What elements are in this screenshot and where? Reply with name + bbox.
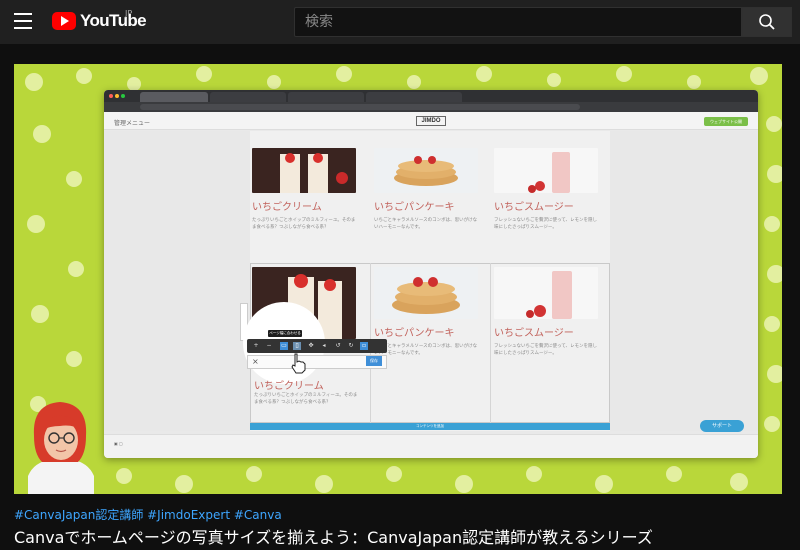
smoothie-photo: [494, 148, 598, 193]
zoom-in-icon[interactable]: +: [252, 342, 260, 350]
browser-tab: [140, 92, 208, 102]
video-player[interactable]: 管理メニュー JIMDO ウェブサイト公開 いちごクリーム たっぷりいちごとホイ…: [14, 64, 782, 494]
fit-height-icon[interactable]: ▯: [293, 342, 301, 350]
card-description: いちごとキャラメルソースのコンボは、思いがけないハーモニーなんです。: [374, 344, 478, 356]
admin-menu-label: 管理メニュー: [114, 120, 151, 127]
close-icon[interactable]: ×: [252, 357, 259, 366]
presenter-avatar: [28, 402, 94, 494]
card-title: いちごクリーム: [254, 381, 324, 392]
search-icon: [759, 14, 775, 30]
undo-icon[interactable]: ↺: [334, 342, 342, 350]
zoom-out-icon[interactable]: −: [265, 342, 273, 350]
card-description: いちごとキャラメルソースのコンボは、思いがけないハーモニーなんです。: [374, 218, 478, 230]
country-code: JP: [125, 9, 133, 18]
browser-tab: [366, 92, 462, 102]
fit-width-icon[interactable]: ▭: [280, 342, 288, 350]
youtube-play-logo: [52, 12, 76, 30]
card-description: フレッシュないちごを贅沢に使って、レモンを隠し味にしたさっぱりスムージー。: [494, 218, 598, 230]
product-card: いちごスムージー フレッシュないちごを贅沢に使って、レモンを隠し味にしたさっぱり…: [494, 148, 598, 231]
add-content-bar: コンテンツを追加: [250, 423, 610, 430]
strawberry-cream-photo: [252, 148, 356, 193]
video-title: Canvaでホームページの写真サイズを揃えよう：CanvaJapan認定講師が教…: [14, 528, 653, 547]
embedded-browser-window: 管理メニュー JIMDO ウェブサイト公開 いちごクリーム たっぷりいちごとホイ…: [104, 90, 758, 458]
save-button[interactable]: 保存: [366, 356, 382, 366]
move-icon[interactable]: ✥: [307, 342, 315, 350]
card-title: いちごクリーム: [252, 202, 322, 213]
browser-url-bar: [104, 102, 758, 112]
pancake-photo: [374, 267, 478, 319]
card-description: たっぷりいちごとホイップのミルフィーユ。そのまま食べる系？つぶしながら食べる系？: [254, 393, 358, 405]
product-card: いちごクリーム たっぷりいちごとホイップのミルフィーユ。そのまま食べる系？つぶし…: [252, 148, 356, 231]
top-header: YouTube JP: [0, 0, 800, 44]
column-divider: [490, 263, 491, 423]
logo-text: YouTube: [80, 11, 147, 30]
card-title: いちごパンケーキ: [374, 328, 455, 339]
publish-button: ウェブサイト公開: [704, 117, 748, 126]
minimize-dot: [115, 94, 119, 98]
image-edit-toolbar: + − ▭ ▯ ✥ ◂ ↺ ↻ ▫: [247, 339, 387, 353]
card-description: フレッシュないちごを贅沢に使って、レモンを隠し味にしたさっぱりスムージー。: [494, 344, 598, 356]
browser-tab: [210, 92, 286, 102]
browser-tab-bar: [104, 90, 758, 102]
hand-cursor-icon: [291, 353, 306, 374]
pancake-photo: [374, 148, 478, 193]
video-hashtags[interactable]: #CanvaJapan認定講師 #JimdoExpert #Canva: [14, 506, 282, 523]
product-card: いちごパンケーキ いちごとキャラメルソースのコンボは、思いがけないハーモニーなん…: [374, 148, 478, 231]
crop-icon[interactable]: ▫: [360, 342, 368, 350]
product-card: いちごスムージー フレッシュないちごを贅沢に使って、レモンを隠し味にしたさっぱり…: [494, 267, 598, 357]
smoothie-photo: [494, 267, 598, 319]
search-button[interactable]: [742, 7, 792, 37]
browser-download-bar: ▣ ▢: [104, 434, 758, 458]
support-button: サポート: [700, 420, 744, 432]
redo-icon[interactable]: ↻: [347, 342, 355, 350]
card-description: たっぷりいちごとホイップのミルフィーユ。そのまま食べる系？つぶしながら食べる系？: [252, 218, 356, 230]
card-title: いちごスムージー: [494, 328, 574, 339]
jimdo-app-bar: 管理メニュー JIMDO ウェブサイト公開: [104, 112, 758, 130]
search-input[interactable]: [294, 7, 742, 37]
hamburger-icon[interactable]: [14, 13, 32, 29]
jimdo-page-canvas: いちごクリーム たっぷりいちごとホイップのミルフィーユ。そのまま食べる系？つぶし…: [104, 131, 758, 431]
card-title: いちごパンケーキ: [374, 202, 455, 213]
maximize-dot: [121, 94, 125, 98]
url-field: [140, 104, 580, 110]
toolbar-tooltip: ページ幅に合わせる: [268, 330, 302, 337]
jimdo-logo: JIMDO: [416, 116, 446, 126]
product-card: いちごパンケーキ いちごとキャラメルソースのコンボは、思いがけないハーモニーなん…: [374, 267, 478, 357]
close-dot: [109, 94, 113, 98]
browser-tab: [288, 92, 364, 102]
card-title: いちごスムージー: [494, 202, 574, 213]
download-chip: ▣ ▢: [114, 441, 123, 446]
align-left-icon[interactable]: ◂: [320, 342, 328, 350]
